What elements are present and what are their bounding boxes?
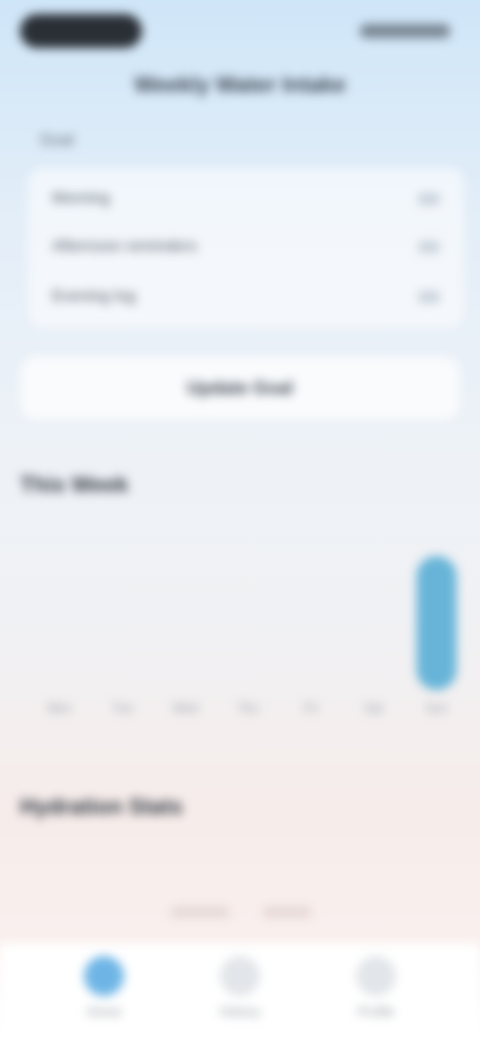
option-row[interactable]: Evening log bbox=[52, 282, 440, 312]
weekly-chart: Mon Tue Wed Thu Fri Sat Sun bbox=[48, 556, 457, 715]
status-time bbox=[20, 14, 142, 48]
option-label: Morning bbox=[52, 190, 110, 207]
option-label: Evening log bbox=[52, 288, 136, 305]
tab-label: History bbox=[219, 1004, 261, 1019]
tab-label: Profile bbox=[357, 1004, 395, 1019]
tab-bar: Home History Profile bbox=[0, 944, 480, 1040]
tab-history[interactable]: History bbox=[200, 956, 280, 1026]
chart-tick-label: Tue bbox=[112, 701, 133, 715]
status-bar bbox=[0, 0, 480, 60]
tab-home[interactable]: Home bbox=[64, 956, 144, 1026]
checkbox-icon[interactable] bbox=[418, 291, 440, 303]
options-card: Morning Afternoon reminders Evening log bbox=[28, 168, 464, 328]
chart-tick-label: Fri bbox=[304, 701, 318, 715]
status-icons bbox=[360, 24, 450, 38]
stats-value bbox=[170, 906, 230, 918]
chart-tick-label: Wed bbox=[173, 701, 197, 715]
option-row[interactable]: Afternoon reminders bbox=[52, 232, 440, 262]
tab-profile[interactable]: Profile bbox=[336, 956, 416, 1026]
checkbox-icon[interactable] bbox=[418, 193, 440, 205]
stats-value bbox=[262, 906, 312, 918]
section-label: Goal bbox=[40, 132, 74, 149]
chart-icon bbox=[220, 956, 260, 996]
chart-title: This Week bbox=[20, 472, 129, 497]
page-title: Weekly Water Intake bbox=[134, 72, 346, 97]
chart-bar-sun bbox=[416, 556, 457, 690]
chart-tick-label: Thu bbox=[238, 701, 259, 715]
chart-tick-label: Mon bbox=[48, 701, 71, 715]
option-label: Afternoon reminders bbox=[52, 238, 197, 255]
option-row[interactable]: Morning bbox=[52, 184, 440, 214]
screen-content: Weekly Water Intake Goal Morning Afterno… bbox=[0, 0, 480, 1040]
tab-label: Home bbox=[86, 1004, 122, 1019]
chart-tick-label: Sun bbox=[426, 701, 447, 715]
profile-icon bbox=[356, 956, 396, 996]
home-icon bbox=[84, 956, 124, 996]
update-goal-button[interactable]: Update Goal bbox=[20, 356, 460, 420]
stats-title: Hydration Stats bbox=[20, 794, 183, 819]
checkbox-icon[interactable] bbox=[418, 241, 440, 253]
chart-tick-label: Sat bbox=[365, 701, 384, 715]
